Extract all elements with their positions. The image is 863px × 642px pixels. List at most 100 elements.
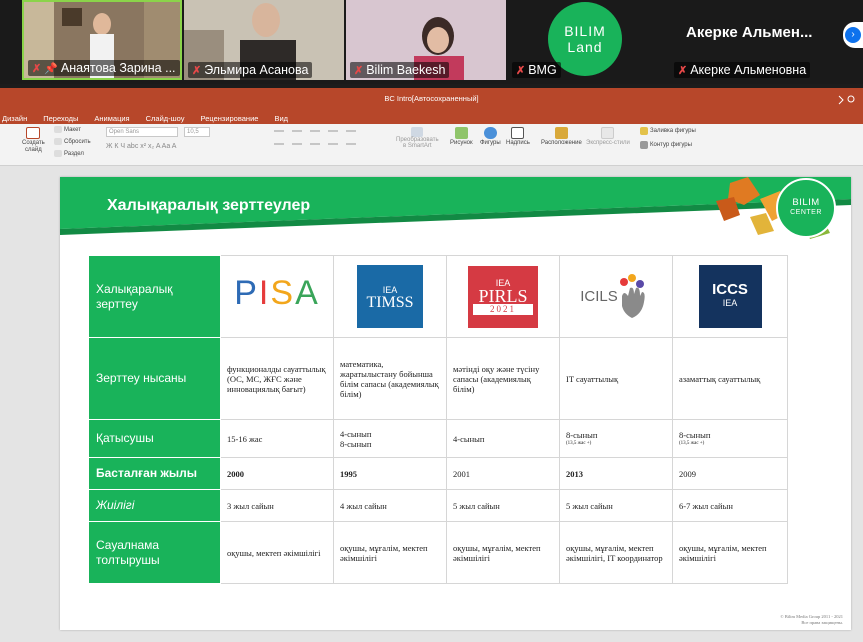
pin-icon: 📌 [44,62,58,75]
tab-review[interactable]: Рецензирование [201,114,259,123]
reset-button[interactable]: Сбросить [54,138,91,145]
convert-smartart-button[interactable]: Преобразовать в SmartArt [396,127,439,149]
table-cell: 2000 [220,457,334,490]
layout-icon [54,126,62,133]
video-tile-4[interactable]: BILIM Land ✗ BMG [508,0,668,80]
section-icon [54,150,62,157]
font-formatting-icons[interactable]: Ж К Ч abc x² x₂ A Aa A [106,140,256,150]
iccs-logo-cell: ICCS IEA [672,255,788,338]
font-size-select[interactable]: 10,5 [184,127,210,137]
row-label: Сауалнама толтырушы [88,521,221,584]
participant-name: ✗ Акерке Альменовна [674,62,811,78]
table-cell: 2013 [559,457,673,490]
table-cell: 5 жыл сайын [559,489,673,522]
tab-design[interactable]: Дизайн [2,114,27,123]
table-cell: 8-сынып (13,5 жас +) [672,419,788,458]
table-row: Басталған жылы 2000 1995 2001 2013 2009 [88,457,788,490]
arrange-button[interactable]: Расположение [541,127,582,146]
row-label: Қатысушы [88,419,221,458]
textbox-button[interactable]: Надпись [506,127,530,146]
picture-button[interactable]: Рисунок [450,127,473,146]
table-cell: 2009 [672,457,788,490]
table-cell: оқушы, мектеп әкімшілігі [220,521,334,584]
slide[interactable]: Халықаралық зерттеулер BILIM CENTER Халы… [60,177,851,630]
shapes-button[interactable]: Фигуры [480,127,501,146]
table-cell: оқушы, мұғалім, мектеп әкімшілігі [672,521,788,584]
new-slide-button[interactable]: Создать слайд [22,127,45,153]
research-table: Халықаралық зерттеу PISA IEA TIMSS IEA P [88,255,788,584]
table-cell: оқушы, мұғалім, мектеп әкімшілігі [333,521,447,584]
table-cell: азаматтық сауаттылық [672,337,788,420]
table-cell: 4 жыл сайын [333,489,447,522]
pisa-logo-cell: PISA [220,255,334,338]
header-cell: Халықаралық зерттеу [88,255,221,338]
video-tile-5[interactable]: Акерке Альмен... ✗ Акерке Альменовна [670,0,840,80]
table-cell: математика, жаратылыстану бойынша білім … [333,337,447,420]
pirls-logo: IEA PIRLS 2021 [468,265,538,328]
timss-logo: IEA TIMSS [357,265,423,328]
smartart-icon [411,127,424,137]
participant-name: ✗ Эльмира Асанова [188,62,313,78]
video-tile-3[interactable]: ✗ Bilim Baekesh [346,0,506,80]
screen: ✗ 📌 Анаятова Зарина ... ✗ Эльмира Асанов… [0,0,863,642]
row-label: Басталған жылы [88,457,221,490]
shape-fill-button[interactable]: Заливка фигуры [640,127,696,135]
video-tile-2[interactable]: ✗ Эльмира Асанова [184,0,344,80]
copyright-note: © Bilim Media Group 2011 - 2021 Все прав… [780,614,843,625]
font-family-select[interactable]: Open Sans [106,127,178,137]
pen-icon [640,141,648,149]
account-icon[interactable] [829,94,859,106]
window-title: BC Intro[Автосохраненный] [384,94,479,103]
ribbon-toolbar: Создать слайд Макет Сбросить Раздел Open… [0,124,863,166]
chevron-right-icon: › [845,27,861,43]
title-banner [60,177,851,239]
paragraph-icons[interactable] [272,127,382,157]
table-row: Қатысушы 15-16 жас 4-сынып 8-сынып 4-сыны… [88,419,788,458]
table-cell: 8-сынып (13,5 жас +) [559,419,673,458]
tab-view[interactable]: Вид [274,114,288,123]
shapes-icon [483,127,497,139]
video-tile-1[interactable]: ✗ 📌 Анаятова Зарина ... [22,0,182,80]
section-button[interactable]: Раздел [54,150,84,157]
table-cell: функционалды сауаттылық (ОС, МС, ЖҒС жән… [220,337,334,420]
next-page-button[interactable]: › [843,22,863,48]
video-strip: ✗ 📌 Анаятова Зарина ... ✗ Эльмира Асанов… [0,0,863,84]
table-cell: 3 жыл сайын [220,489,334,522]
table-row: Жиілігі 3 жыл сайын 4 жыл сайын 5 жыл са… [88,489,788,522]
participant-name: ✗ 📌 Анаятова Зарина ... [28,60,180,76]
mic-muted-icon: ✗ [678,64,688,77]
ribbon-tabs: Дизайн Переходы Анимация Слайд-шоу Рецен… [0,112,863,124]
shape-outline-button[interactable]: Контур фигуры [640,141,692,149]
reset-icon [54,138,62,145]
icils-logo: ICILS [580,273,652,320]
row-label: Зерттеу нысаны [88,337,221,420]
arrange-icon [554,127,568,139]
table-row: Зерттеу нысаны функционалды сауаттылық (… [88,337,788,420]
table-cell: оқушы, мұғалім, мектеп әкімшілігі [446,521,560,584]
mic-muted-icon: ✗ [192,64,202,77]
table-row: Сауалнама толтырушы оқушы, мектеп әкімші… [88,521,788,584]
table-cell: мәтінді оқу және түсіну сапасы (академия… [446,337,560,420]
table-cell: 2001 [446,457,560,490]
quick-styles-icon [601,127,615,139]
textbox-icon [511,127,525,139]
svg-text:Ж К Ч abc x² x₂ A Aa A: Ж К Ч abc x² x₂ A Aa A [106,143,177,150]
layout-button[interactable]: Макет [54,126,81,133]
table-row: Халықаралық зерттеу PISA IEA TIMSS IEA P [88,255,788,338]
tab-transitions[interactable]: Переходы [43,114,78,123]
participant-name: ✗ BMG [512,62,561,78]
tab-slideshow[interactable]: Слайд-шоу [146,114,185,123]
mic-muted-icon: ✗ [516,64,526,77]
table-cell: 4-сынып 8-сынып [333,419,447,458]
row-label: Жиілігі [88,489,221,522]
timss-logo-cell: IEA TIMSS [333,255,447,338]
quick-styles-button[interactable]: Экспресс-стили [586,127,630,146]
iccs-logo: ICCS IEA [698,265,762,328]
paint-bucket-icon [640,127,648,135]
tab-animations[interactable]: Анимация [94,114,129,123]
new-slide-icon [26,127,41,139]
pirls-logo-cell: IEA PIRLS 2021 [446,255,560,338]
participant-display-name: Акерке Альмен... [686,24,813,41]
bilim-center-logo: BILIM CENTER [776,178,836,238]
slide-title: Халықаралық зерттеулер [107,197,311,214]
